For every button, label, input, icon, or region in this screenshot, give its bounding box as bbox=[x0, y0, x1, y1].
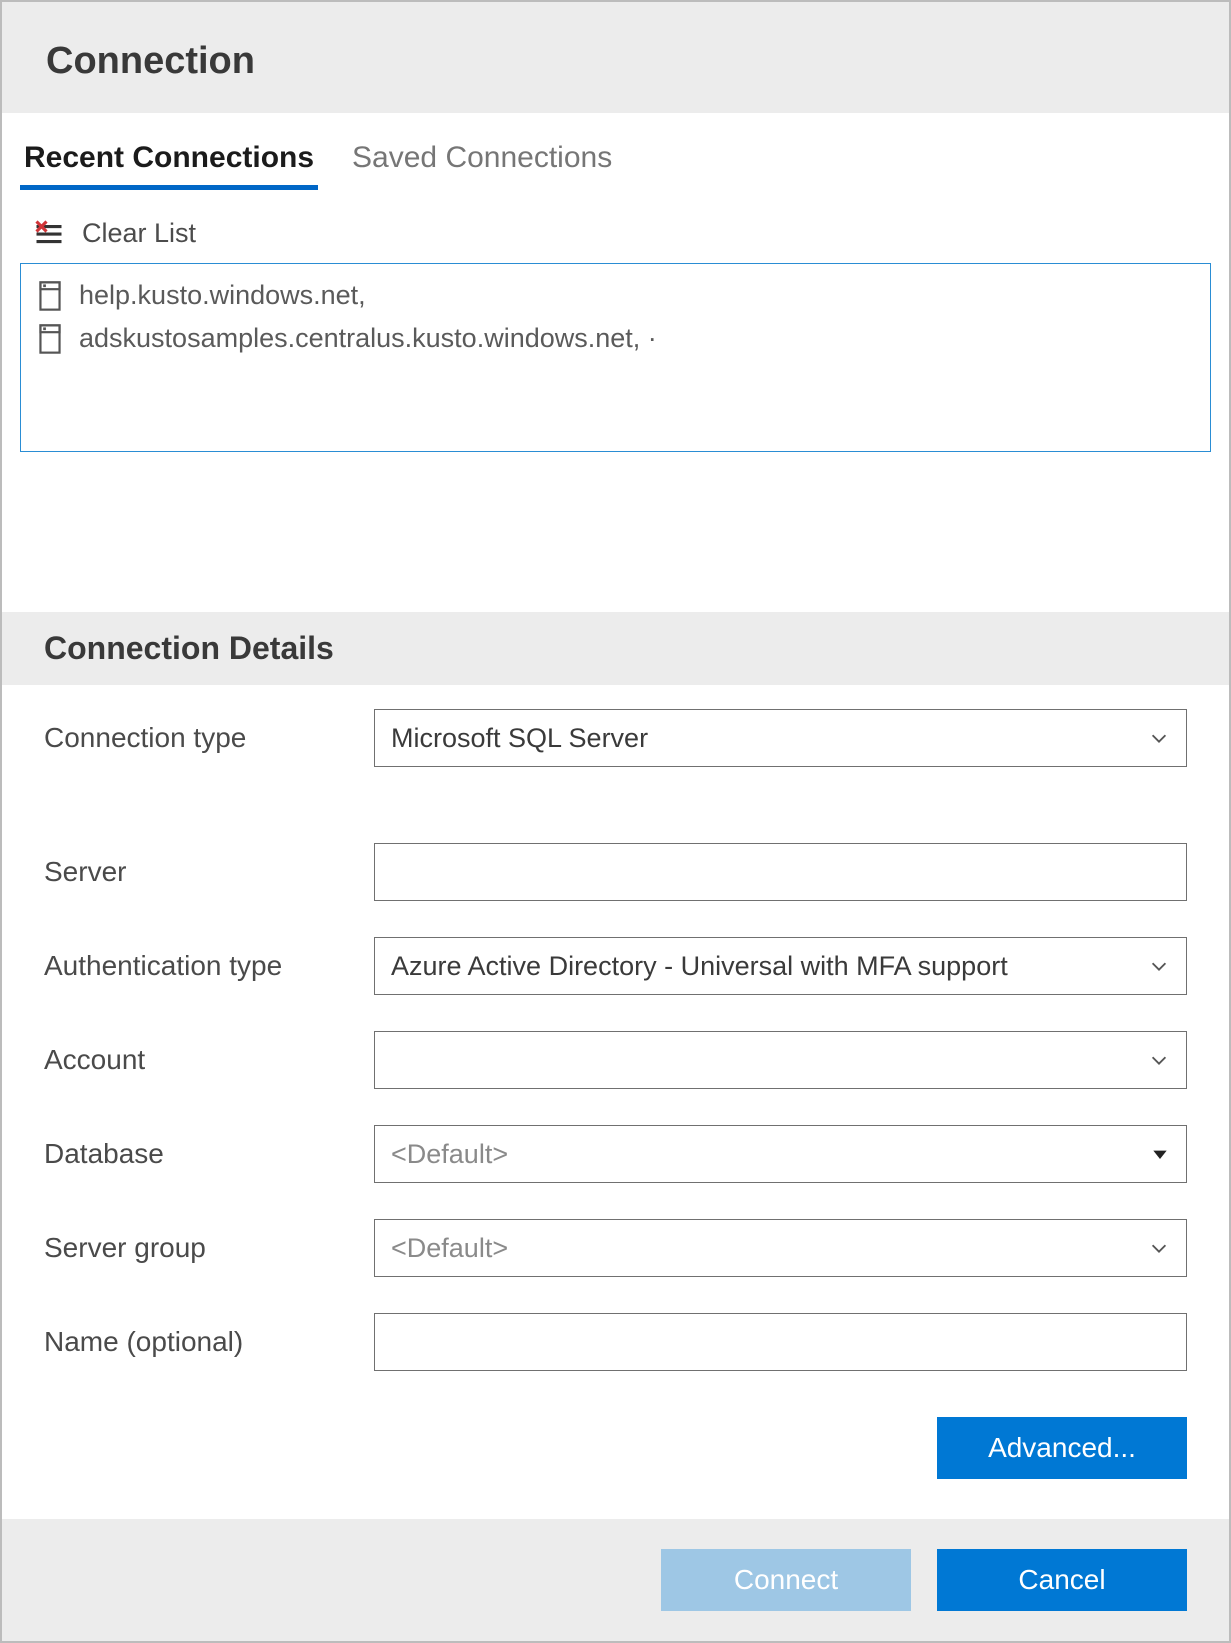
row-database: Database <Default> bbox=[44, 1125, 1187, 1183]
connection-label: adskustosamples.centralus.kusto.windows.… bbox=[79, 323, 657, 354]
auth-type-value: Azure Active Directory - Universal with … bbox=[391, 951, 1008, 982]
chevron-down-icon bbox=[1148, 727, 1170, 749]
chevron-down-icon bbox=[1148, 1237, 1170, 1259]
auth-type-select[interactable]: Azure Active Directory - Universal with … bbox=[374, 937, 1187, 995]
label-server: Server bbox=[44, 856, 374, 888]
tab-recent-connections[interactable]: Recent Connections bbox=[20, 135, 318, 190]
connection-type-value: Microsoft SQL Server bbox=[391, 723, 648, 754]
database-value: <Default> bbox=[391, 1139, 508, 1170]
row-name: Name (optional) bbox=[44, 1313, 1187, 1371]
connection-dialog: Connection Recent Connections Saved Conn… bbox=[0, 0, 1231, 1643]
recent-connections-list[interactable]: help.kusto.windows.net, adskustosamples.… bbox=[20, 263, 1211, 452]
server-icon bbox=[39, 324, 61, 354]
server-group-value: <Default> bbox=[391, 1233, 508, 1264]
recent-connection-item[interactable]: help.kusto.windows.net, bbox=[29, 274, 1202, 317]
connection-label: help.kusto.windows.net, bbox=[79, 280, 366, 311]
connect-button[interactable]: Connect bbox=[661, 1549, 911, 1611]
tab-bar: Recent Connections Saved Connections bbox=[2, 113, 1229, 190]
database-select[interactable]: <Default> bbox=[374, 1125, 1187, 1183]
label-account: Account bbox=[44, 1044, 374, 1076]
caret-down-icon bbox=[1150, 1144, 1170, 1164]
advanced-button[interactable]: Advanced... bbox=[937, 1417, 1187, 1479]
cancel-button[interactable]: Cancel bbox=[937, 1549, 1187, 1611]
server-input[interactable] bbox=[374, 843, 1187, 901]
chevron-down-icon bbox=[1148, 955, 1170, 977]
connection-type-select[interactable]: Microsoft SQL Server bbox=[374, 709, 1187, 767]
recent-connection-item[interactable]: adskustosamples.centralus.kusto.windows.… bbox=[29, 317, 1202, 360]
label-database: Database bbox=[44, 1138, 374, 1170]
tab-saved-connections[interactable]: Saved Connections bbox=[348, 135, 616, 189]
row-server: Server bbox=[44, 843, 1187, 901]
row-server-group: Server group <Default> bbox=[44, 1219, 1187, 1277]
dialog-header: Connection bbox=[2, 2, 1229, 113]
spacer bbox=[2, 452, 1229, 612]
label-auth-type: Authentication type bbox=[44, 950, 374, 982]
connection-details-heading: Connection Details bbox=[2, 612, 1229, 685]
connection-details-form: Connection type Microsoft SQL Server Ser… bbox=[2, 685, 1229, 1417]
name-input[interactable] bbox=[374, 1313, 1187, 1371]
row-account: Account bbox=[44, 1031, 1187, 1089]
label-server-group: Server group bbox=[44, 1232, 374, 1264]
dialog-footer: Connect Cancel bbox=[2, 1519, 1229, 1641]
server-icon bbox=[39, 281, 61, 311]
server-group-select[interactable]: <Default> bbox=[374, 1219, 1187, 1277]
label-name: Name (optional) bbox=[44, 1326, 374, 1358]
row-connection-type: Connection type Microsoft SQL Server bbox=[44, 709, 1187, 767]
chevron-down-icon bbox=[1148, 1049, 1170, 1071]
label-connection-type: Connection type bbox=[44, 722, 374, 754]
clear-list-icon[interactable] bbox=[34, 219, 64, 249]
advanced-row: Advanced... bbox=[2, 1417, 1229, 1519]
account-select[interactable] bbox=[374, 1031, 1187, 1089]
dialog-title: Connection bbox=[46, 40, 1185, 83]
recent-toolbar: Clear List bbox=[2, 190, 1229, 259]
clear-list-label[interactable]: Clear List bbox=[82, 218, 196, 249]
row-auth-type: Authentication type Azure Active Directo… bbox=[44, 937, 1187, 995]
